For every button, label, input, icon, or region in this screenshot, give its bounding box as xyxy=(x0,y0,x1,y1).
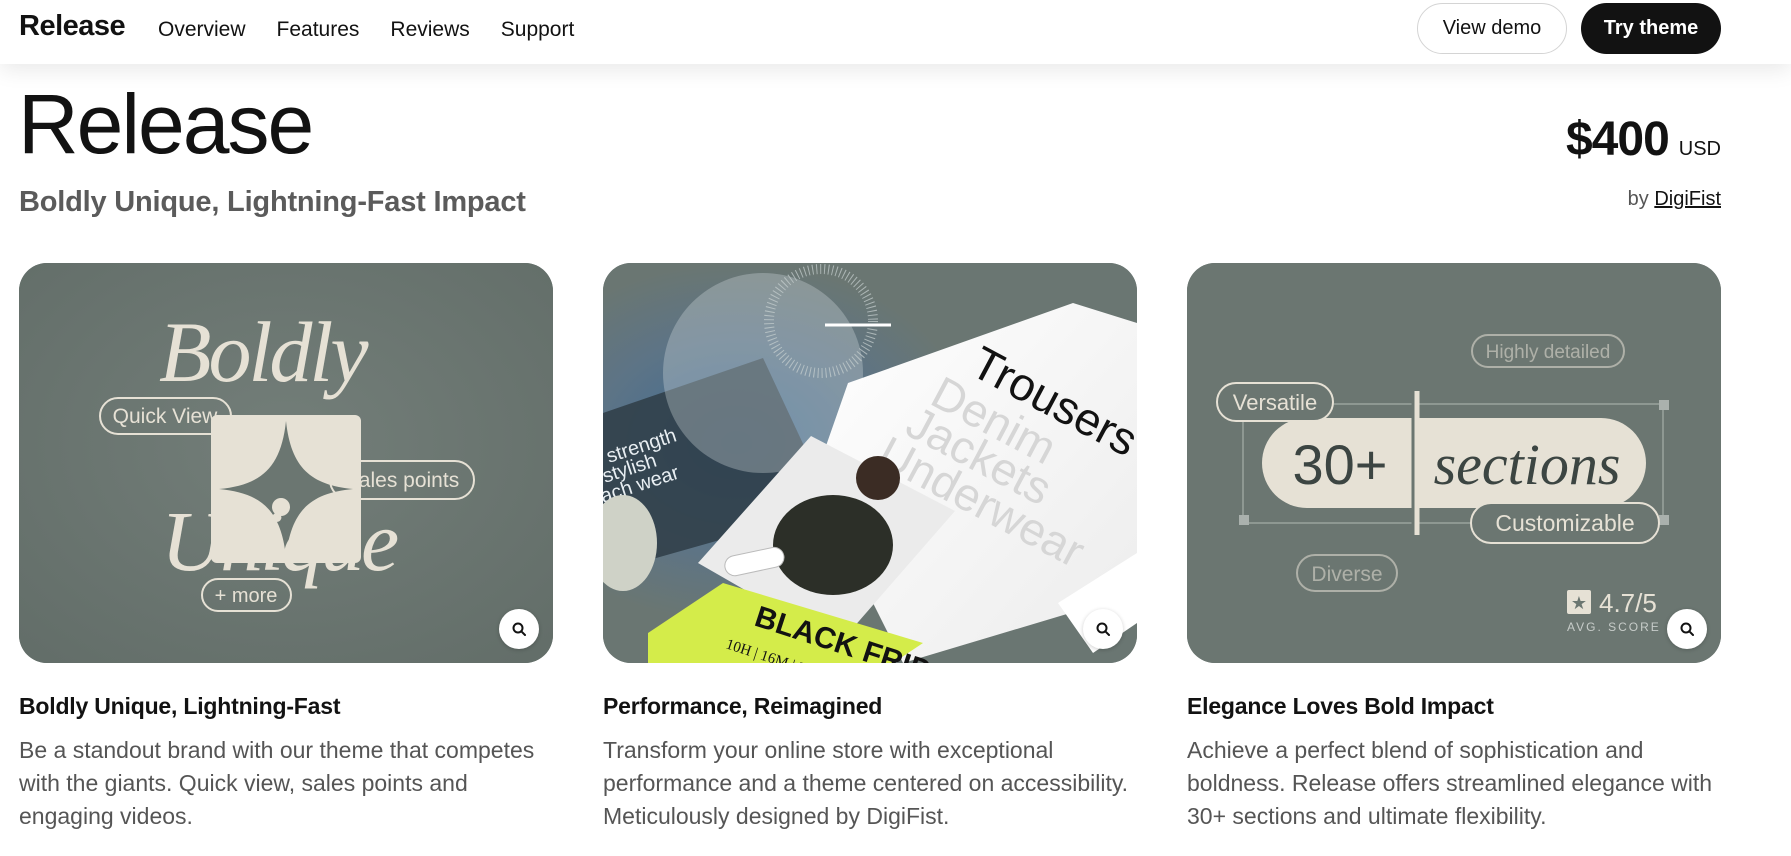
price-currency: USD xyxy=(1678,138,1721,160)
art-versatile: Versatile xyxy=(1233,390,1317,415)
main-nav: Overview Features Reviews Support xyxy=(158,18,605,42)
author-line: by DigiFist xyxy=(1628,188,1721,211)
nav-overview[interactable]: Overview xyxy=(158,18,246,42)
feature-image-1[interactable]: Boldly Unique Quick View Sales points + … xyxy=(19,263,553,663)
card-desc-1: Be a standout brand with our theme that … xyxy=(19,737,535,829)
magnifier-icon xyxy=(1680,622,1694,636)
art-diverse: Diverse xyxy=(1311,563,1382,586)
art-customizable: Customizable xyxy=(1495,510,1634,536)
price-amount: $400 xyxy=(1565,113,1670,166)
performance-art: strength stylish ach wear Trousers Denim… xyxy=(603,263,1137,663)
art-pill-more: + more xyxy=(215,585,278,607)
card-desc-2: Transform your online store with excepti… xyxy=(603,737,1129,829)
boldly-unique-art: Boldly Unique Quick View Sales points + … xyxy=(19,263,553,663)
art-pill-sales: Sales points xyxy=(345,469,459,492)
nav-features[interactable]: Features xyxy=(277,18,360,42)
zoom-button-1[interactable] xyxy=(499,609,539,649)
author-prefix: by xyxy=(1627,188,1649,210)
top-header: Release Overview Features Reviews Suppor… xyxy=(0,0,1791,64)
art-sections: sections xyxy=(1434,432,1621,497)
svg-text:★: ★ xyxy=(1571,593,1587,614)
try-theme-button[interactable]: Try theme xyxy=(1581,3,1721,54)
price-block: $400 USD xyxy=(1566,112,1721,167)
art-pill-quick: Quick View xyxy=(113,405,218,428)
brand-logo[interactable]: Release xyxy=(19,10,126,43)
feature-card-2: strength stylish ach wear Trousers Denim… xyxy=(603,263,1137,833)
nav-support[interactable]: Support xyxy=(501,18,575,42)
card-desc-3: Achieve a perfect blend of sophisticatio… xyxy=(1187,737,1713,829)
zoom-button-3[interactable] xyxy=(1667,609,1707,649)
card-title-2: Performance, Reimagined xyxy=(603,693,883,719)
magnifier-icon xyxy=(1096,622,1110,636)
page-subtitle: Boldly Unique, Lightning-Fast Impact xyxy=(19,186,526,218)
sections-art: 30+ sections Versatile Customizable High… xyxy=(1187,263,1721,663)
art-rating: 4.7/5 xyxy=(1599,588,1657,618)
magnifier-icon xyxy=(512,622,526,636)
page-title: Release xyxy=(18,77,314,171)
card-title-1: Boldly Unique, Lightning-Fast xyxy=(19,693,341,719)
feature-card-3: 30+ sections Versatile Customizable High… xyxy=(1187,263,1721,833)
art-rating-label: AVG. SCORE xyxy=(1567,620,1661,634)
art-highly: Highly detailed xyxy=(1486,342,1611,363)
feature-image-2[interactable]: strength stylish ach wear Trousers Denim… xyxy=(603,263,1137,663)
art-word-unique: Unique xyxy=(161,493,398,589)
view-demo-button[interactable]: View demo xyxy=(1417,3,1567,54)
nav-reviews[interactable]: Reviews xyxy=(390,18,469,42)
feature-card-1: Boldly Unique Quick View Sales points + … xyxy=(19,263,553,833)
card-title-3: Elegance Loves Bold Impact xyxy=(1187,693,1494,719)
feature-image-3[interactable]: 30+ sections Versatile Customizable High… xyxy=(1187,263,1721,663)
zoom-button-2[interactable] xyxy=(1083,609,1123,649)
art-word-boldly: Boldly xyxy=(159,304,369,400)
art-count: 30+ xyxy=(1293,433,1388,496)
author-link[interactable]: DigiFist xyxy=(1654,188,1721,210)
